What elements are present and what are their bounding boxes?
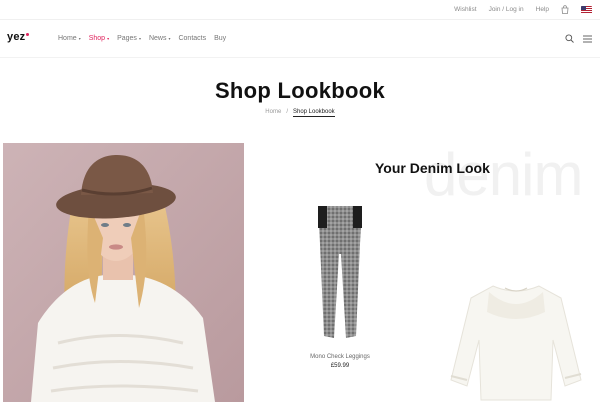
top-links: Wishlist Join / Log in Help	[454, 5, 592, 14]
product-name[interactable]: Mono Check Leggings	[300, 354, 380, 360]
flag-us-icon[interactable]	[581, 5, 592, 14]
nav-item-home[interactable]: Home ▾	[58, 35, 81, 42]
help-link[interactable]: Help	[536, 6, 549, 13]
nav-item-shop[interactable]: Shop ▾	[89, 35, 109, 42]
nav-label: News	[148, 35, 167, 42]
nav-item-pages[interactable]: Pages ▾	[117, 35, 141, 42]
nav-item-news[interactable]: News ▾	[149, 35, 171, 42]
top-utility-bar: Wishlist Join / Log in Help	[0, 0, 600, 20]
page-title: Shop Lookbook	[214, 78, 386, 103]
product-price: £59.99	[330, 363, 350, 369]
chevron-down-icon: ▾	[168, 35, 171, 41]
logo[interactable]: yez	[7, 31, 30, 43]
nav-item-contacts[interactable]: Contacts	[178, 35, 206, 42]
cart-icon[interactable]	[561, 5, 569, 14]
product-image-leggings[interactable]	[312, 204, 368, 344]
logo-dot	[26, 33, 30, 36]
nav-label: Home	[58, 35, 77, 42]
nav-label: Contacts	[178, 35, 207, 42]
nav-label: Shop	[88, 35, 106, 42]
logo-text: yez	[7, 31, 26, 43]
nav-label: Pages	[117, 35, 137, 42]
chevron-down-icon: ▾	[78, 35, 81, 41]
breadcrumb-home[interactable]: Home	[265, 109, 281, 117]
nav-label: Buy	[214, 35, 227, 42]
wishlist-link[interactable]: Wishlist	[454, 6, 476, 13]
nav-item-buy[interactable]: Buy	[214, 35, 226, 42]
header-icons	[565, 34, 592, 43]
lookbook-model-photo	[3, 143, 244, 402]
main-header: yez Home ▾ Shop ▾ Pages ▾ News ▾ Contact…	[0, 20, 600, 58]
breadcrumb-separator: /	[286, 109, 288, 115]
breadcrumb-current: Shop Lookbook	[292, 109, 335, 117]
main-nav: Home ▾ Shop ▾ Pages ▾ News ▾ Contacts Bu…	[58, 35, 226, 42]
product-image-blouse[interactable]	[449, 282, 583, 402]
chevron-down-icon: ▾	[138, 35, 141, 41]
join-login-link[interactable]: Join / Log in	[489, 6, 524, 13]
breadcrumb: Home / Shop Lookbook	[0, 109, 600, 117]
menu-icon[interactable]	[583, 35, 592, 43]
search-icon[interactable]	[565, 34, 574, 43]
chevron-down-icon: ▾	[107, 35, 110, 41]
look-title: Your Denim Look	[375, 160, 490, 176]
